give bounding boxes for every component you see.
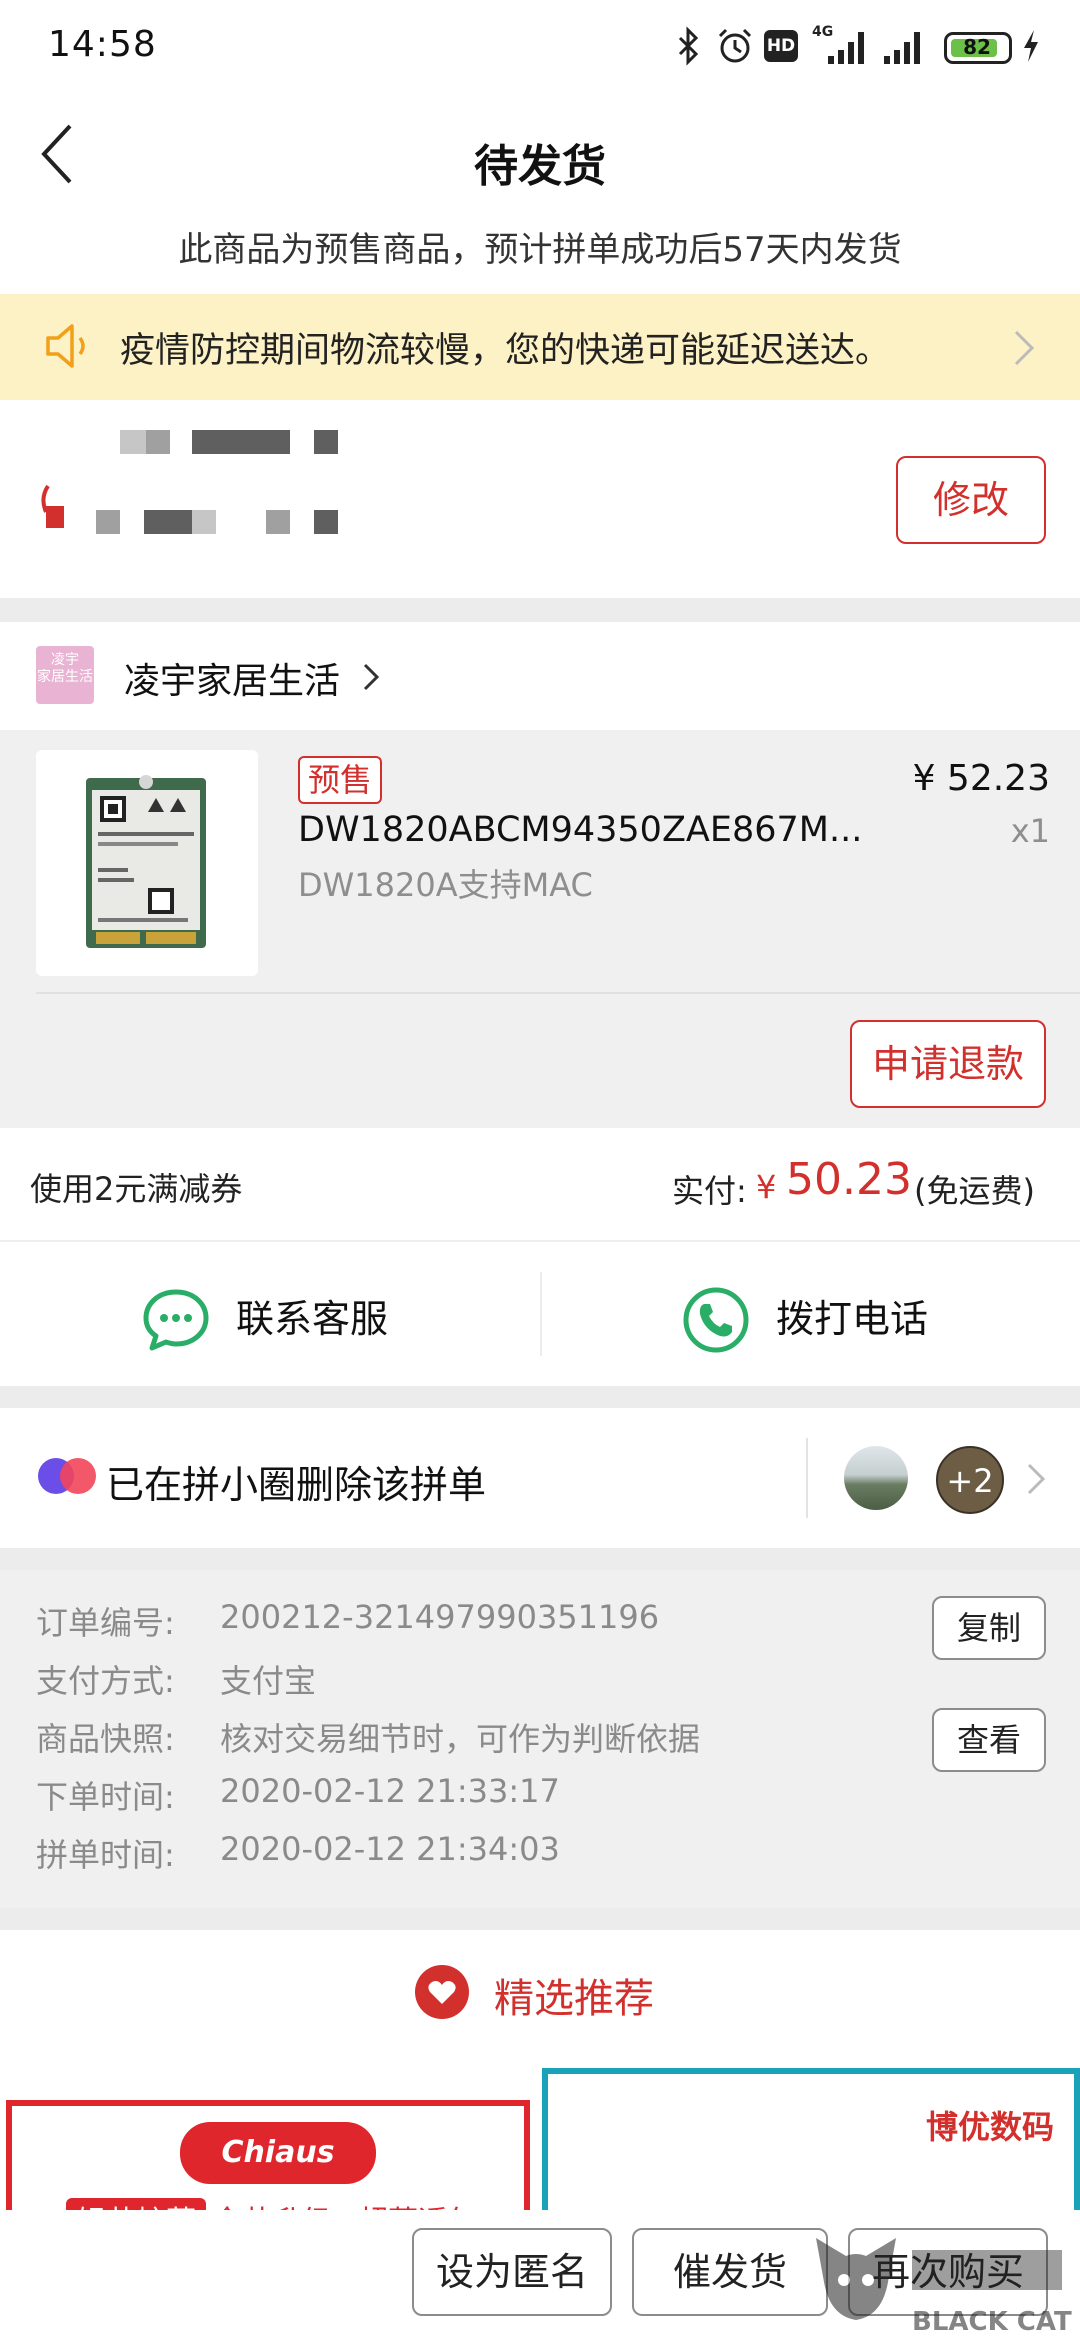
redacted-address	[266, 510, 290, 534]
store-header[interactable]: 凌宇 家居生活 凌宇家居生活	[0, 622, 1080, 730]
order-time-label: 下单时间:	[36, 1778, 175, 1816]
nav-bar: 待发货	[0, 92, 1080, 202]
payment-method: 支付宝	[220, 1662, 317, 1700]
bluetooth-icon	[678, 26, 699, 66]
recommend-card[interactable]: Chiaus 轻芯炫薄 全芯升级 超薄透气	[6, 2100, 530, 2248]
payment-method-label: 支付方式:	[36, 1662, 175, 1700]
store-logo: 凌宇 家居生活	[36, 646, 94, 704]
recommend-card[interactable]: 博优数码	[542, 2068, 1080, 2210]
view-snapshot-button[interactable]: 查看	[932, 1708, 1046, 1772]
paid-amount: 50.23	[786, 1154, 912, 1205]
coupon-text: 使用2元满减券	[30, 1170, 243, 1208]
charging-icon	[1024, 30, 1038, 62]
recommend-grid: Chiaus 轻芯炫薄 全芯升级 超薄透气 博优数码	[0, 2054, 1080, 2248]
urge-shipping-button[interactable]: 催发货	[632, 2228, 828, 2316]
bottom-action-bar: 设为匿名 催发货 再次购买 BLACK CAT	[0, 2210, 1080, 2340]
shipping-address[interactable]: 修改	[0, 400, 1080, 598]
redacted-address	[314, 510, 338, 534]
copy-button[interactable]: 复制	[932, 1596, 1046, 1660]
presale-tag: 预售	[298, 756, 383, 804]
avatar	[844, 1446, 908, 1510]
recommend-title: 精选推荐	[494, 1976, 654, 2022]
paid-label: 实付:	[672, 1172, 747, 1210]
circle-logo-icon	[38, 1458, 96, 1494]
divider	[36, 992, 1080, 994]
product-image[interactable]	[36, 750, 258, 976]
battery-percent: 82	[963, 35, 991, 59]
product-card[interactable]: 预售 DW1820ABCM94350ZAE867M... DW1820A支持MA…	[0, 730, 1080, 1128]
redacted-phone	[314, 430, 338, 454]
redacted-address	[96, 510, 120, 534]
watermark: BLACK CAT	[812, 2230, 1080, 2340]
redacted-name	[120, 430, 146, 454]
order-number: 200212-321497990351196	[220, 1598, 660, 1636]
brand-name: 博优数码	[926, 2108, 1055, 2146]
chat-bubble-icon	[143, 1289, 209, 1351]
circle-status-text: 已在拼小圈删除该拼单	[106, 1463, 487, 1507]
redacted-phone	[192, 430, 290, 454]
chevron-right-icon	[363, 663, 380, 691]
signal-icon	[828, 32, 864, 64]
product-price: ¥ 52.23	[912, 758, 1050, 799]
product-title[interactable]: DW1820ABCM94350ZAE867M...	[298, 810, 886, 850]
wifi-signal-icon	[884, 32, 920, 64]
store-name[interactable]: 凌宇家居生活	[124, 652, 340, 704]
order-number-label: 订单编号:	[36, 1604, 175, 1642]
brand-badge: Chiaus	[180, 2122, 376, 2184]
group-circle-row[interactable]: 已在拼小圈删除该拼单 +2	[0, 1408, 1080, 1548]
logistics-notice[interactable]: 疫情防控期间物流较慢，您的快递可能延迟送达。	[0, 294, 1080, 400]
order-info: 订单编号: 200212-321497990351196 复制 支付方式: 支付…	[0, 1570, 1080, 1908]
paid-currency: ¥	[756, 1168, 777, 1206]
status-time: 14:58	[48, 24, 157, 65]
status-bar: 14:58 HD 4G 82	[0, 0, 1080, 92]
request-refund-button[interactable]: 申请退款	[850, 1020, 1046, 1108]
battery-icon: 82	[944, 32, 1012, 64]
call-phone-button[interactable]: 拨打电话	[542, 1242, 1080, 1386]
product-quantity: x1	[1010, 812, 1050, 850]
speaker-icon	[46, 324, 85, 368]
snapshot-label: 商品快照:	[36, 1720, 175, 1758]
snapshot-text: 核对交易细节时，可作为判断依据	[220, 1720, 701, 1758]
order-time: 2020-02-12 21:33:17	[220, 1772, 560, 1810]
payment-summary: 使用2元满减券 实付: ¥ 50.23 (免运费)	[0, 1128, 1080, 1240]
contact-row: 联系客服 拨打电话	[0, 1242, 1080, 1386]
edit-address-button[interactable]: 修改	[896, 456, 1046, 544]
recommend-header: 精选推荐	[0, 1930, 1080, 2054]
redacted-address	[192, 510, 216, 534]
more-members-avatar: +2	[936, 1446, 1004, 1514]
wifi-card-image	[86, 775, 206, 948]
phone-icon	[683, 1287, 749, 1353]
set-anonymous-button[interactable]: 设为匿名	[412, 2228, 612, 2316]
chevron-right-icon	[1014, 330, 1035, 366]
product-spec: DW1820A支持MAC	[298, 866, 593, 904]
presale-subtitle: 此商品为预售商品，预计拼单成功后57天内发货	[178, 230, 902, 270]
page-title: 待发货	[474, 141, 606, 192]
redacted-address	[144, 510, 192, 534]
chevron-right-icon	[1027, 1463, 1046, 1495]
black-cat-logo-icon: BLACK CAT	[816, 2238, 1072, 2337]
location-pin-icon	[41, 484, 64, 528]
contact-service-button[interactable]: 联系客服	[0, 1242, 540, 1386]
divider	[806, 1438, 808, 1518]
call-phone-label: 拨打电话	[776, 1297, 929, 1341]
alarm-icon	[718, 28, 752, 63]
redacted-name	[146, 430, 170, 454]
notice-text: 疫情防控期间物流较慢，您的快递可能延迟送达。	[120, 331, 891, 371]
contact-service-label: 联系客服	[236, 1297, 389, 1341]
watermark-text: BLACK CAT	[912, 2307, 1072, 2337]
presale-info: 此商品为预售商品，预计拼单成功后57天内发货	[0, 202, 1080, 294]
shipping-note: (免运费)	[914, 1172, 1035, 1210]
heart-icon	[415, 1965, 469, 2019]
hd-icon: HD	[764, 30, 798, 62]
group-time: 2020-02-12 21:34:03	[220, 1830, 560, 1868]
group-time-label: 拼单时间:	[36, 1836, 175, 1874]
